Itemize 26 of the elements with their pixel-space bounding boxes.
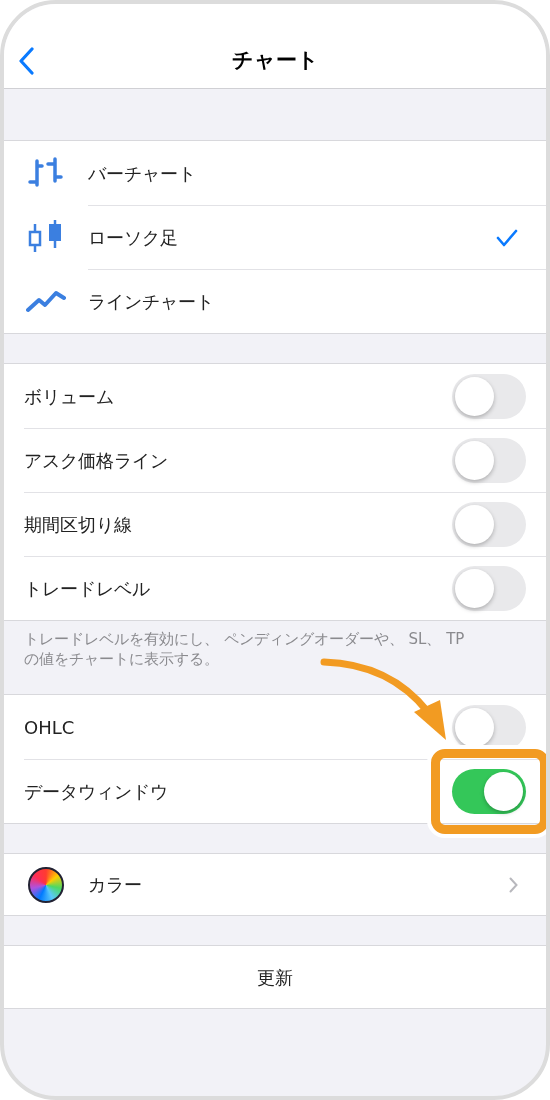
chart-type-label: バーチャート bbox=[88, 161, 197, 186]
color-label: カラー bbox=[88, 873, 143, 897]
option-label: データウィンドウ bbox=[24, 780, 169, 804]
page-title: チャート bbox=[231, 47, 319, 75]
chevron-right-icon bbox=[509, 876, 518, 893]
chart-type-label: ローソク足 bbox=[88, 226, 179, 250]
option-label: OHLC bbox=[24, 715, 76, 740]
option-label: トレードレベル bbox=[24, 577, 151, 601]
toggle-switch[interactable] bbox=[452, 566, 526, 611]
chart-type-item[interactable]: ローソク足 bbox=[4, 205, 546, 269]
line-chart-icon bbox=[26, 289, 66, 313]
color-wheel-icon bbox=[28, 866, 64, 903]
option-label: ボリューム bbox=[24, 384, 115, 409]
chart-type-item[interactable]: バーチャート bbox=[4, 141, 546, 205]
option-label: 期間区切り線 bbox=[24, 513, 133, 537]
toggle-switch[interactable] bbox=[452, 373, 526, 419]
option-label: アスク価格ライン bbox=[24, 449, 169, 473]
toggle-switch[interactable] bbox=[452, 502, 526, 547]
bar-chart-icon bbox=[27, 157, 65, 189]
update-button[interactable]: 更新 bbox=[4, 945, 546, 1009]
toggle-switch[interactable] bbox=[452, 769, 526, 814]
chart-type-item[interactable]: ラインチャート bbox=[4, 269, 546, 333]
color-row[interactable]: カラー bbox=[4, 853, 546, 916]
footnote-text: トレードレベルを有効にし、 ペンディングオーダーや、 SL、 TP の値をチャートに表示する。 bbox=[23, 629, 466, 670]
chart-type-label: ラインチャート bbox=[88, 290, 215, 314]
toggle-switch[interactable] bbox=[452, 438, 526, 483]
